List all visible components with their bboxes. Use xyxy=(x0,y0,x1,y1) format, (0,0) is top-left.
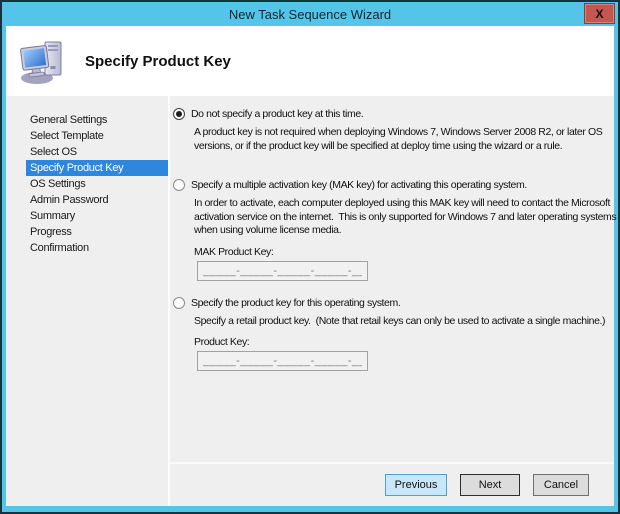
previous-button[interactable]: Previous xyxy=(385,474,447,496)
mak-product-key-input[interactable] xyxy=(197,261,368,281)
sidebar-item-confirmation[interactable]: Confirmation xyxy=(26,240,168,256)
radio-retail-key[interactable] xyxy=(173,297,185,309)
sidebar-item-progress[interactable]: Progress xyxy=(26,224,168,240)
option-description: A product key is not required when deplo… xyxy=(194,126,620,153)
radio-no-product-key[interactable] xyxy=(173,108,185,120)
option-no-product-key: Do not specify a product key at this tim… xyxy=(173,106,614,153)
computer-icon xyxy=(19,37,65,85)
sidebar-item-summary[interactable]: Summary xyxy=(26,208,168,224)
option-mak-key: Specify a multiple activation key (MAK k… xyxy=(173,177,614,281)
option-description: In order to activate, each computer depl… xyxy=(194,197,620,238)
sidebar-item-admin-password[interactable]: Admin Password xyxy=(26,192,168,208)
radio-mak-key[interactable] xyxy=(173,179,185,191)
sidebar-item-specify-product-key[interactable]: Specify Product Key xyxy=(26,160,168,176)
wizard-steps-sidebar: General Settings Select Template Select … xyxy=(6,96,168,506)
sidebar-item-select-os[interactable]: Select OS xyxy=(26,144,168,160)
option-label: Do not specify a product key at this tim… xyxy=(191,108,363,120)
page-title: Specify Product Key xyxy=(85,53,231,70)
wizard-body: General Settings Select Template Select … xyxy=(6,96,614,506)
sidebar-item-os-settings[interactable]: OS Settings xyxy=(26,176,168,192)
next-button[interactable]: Next xyxy=(460,474,520,496)
option-description: Specify a retail product key. (Note that… xyxy=(194,315,620,329)
sidebar-item-select-template[interactable]: Select Template xyxy=(26,128,168,144)
content-column: Do not specify a product key at this tim… xyxy=(170,96,614,506)
option-label: Specify a multiple activation key (MAK k… xyxy=(191,179,527,191)
sidebar-item-general-settings[interactable]: General Settings xyxy=(26,112,168,128)
window-frame: Specify Product Key General Settings Sel… xyxy=(6,26,614,506)
product-key-label: Product Key: xyxy=(194,336,614,348)
wizard-header: Specify Product Key xyxy=(6,26,614,96)
option-label: Specify the product key for this operati… xyxy=(191,297,400,309)
wizard-footer: Previous Next Cancel xyxy=(170,462,614,506)
option-retail-key: Specify the product key for this operati… xyxy=(173,295,614,372)
window-title: New Task Sequence Wizard xyxy=(229,7,391,22)
mak-product-key-label: MAK Product Key: xyxy=(194,246,614,258)
cancel-button[interactable]: Cancel xyxy=(533,474,589,496)
wizard-window: New Task Sequence Wizard X xyxy=(0,0,620,514)
product-key-options: Do not specify a product key at this tim… xyxy=(170,96,614,462)
title-bar: New Task Sequence Wizard X xyxy=(6,2,614,26)
close-icon[interactable]: X xyxy=(584,3,615,24)
product-key-input[interactable] xyxy=(197,351,368,371)
